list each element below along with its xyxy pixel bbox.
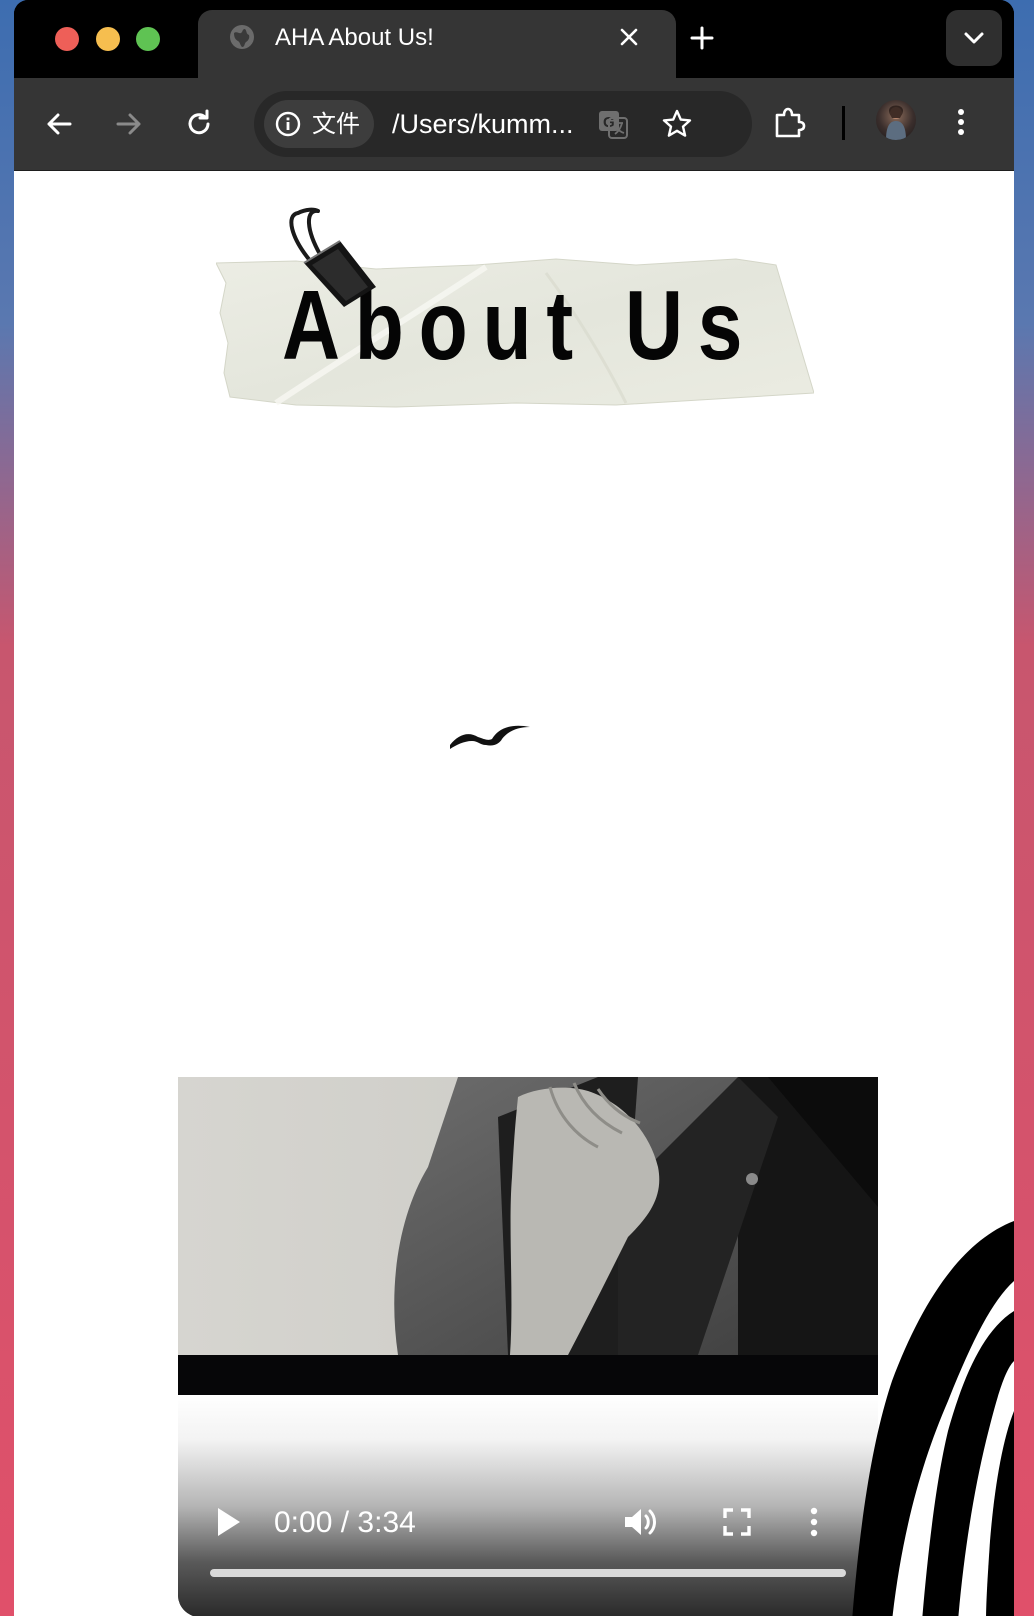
video-progress-bar[interactable]	[210, 1569, 846, 1577]
tab-active[interactable]: AHA About Us!	[198, 10, 676, 78]
video-time: 0:00 / 3:34	[274, 1505, 416, 1541]
swirl-decoration	[852, 1221, 1014, 1616]
arrow-right-icon[interactable]	[112, 107, 146, 141]
site-info-chip[interactable]: 文件	[264, 100, 374, 148]
maximize-window-button[interactable]	[136, 27, 160, 51]
globe-icon	[230, 25, 254, 49]
video-letterbox	[178, 1355, 878, 1395]
star-icon[interactable]	[660, 107, 694, 141]
tab-title: AHA About Us!	[275, 24, 434, 51]
current-time: 0:00	[274, 1506, 333, 1539]
more-vertical-icon[interactable]	[804, 1505, 824, 1539]
site-chip-label: 文件	[312, 110, 360, 138]
toolbar: 文件 /Users/kumm... G	[14, 78, 1014, 171]
puzzle-icon[interactable]	[772, 105, 806, 139]
time-separator: /	[340, 1506, 350, 1539]
reload-icon[interactable]	[182, 107, 216, 141]
browser-window: AHA About Us! 文件 /Users/kumm... G About …	[14, 0, 1014, 1616]
translate-icon[interactable]: G	[596, 107, 630, 141]
page-content: About Us 0:00 / 3:34	[14, 171, 1014, 1616]
avatar[interactable]	[876, 100, 916, 140]
fullscreen-icon[interactable]	[722, 1507, 752, 1537]
info-icon	[275, 111, 301, 137]
volume-icon[interactable]	[622, 1505, 658, 1539]
video-controls: 0:00 / 3:34	[178, 1395, 878, 1616]
close-window-button[interactable]	[55, 27, 79, 51]
video-player[interactable]: 0:00 / 3:34	[178, 1077, 878, 1616]
binder-clip-icon	[289, 207, 376, 307]
chevron-down-icon	[964, 32, 984, 44]
tab-search-button[interactable]	[946, 10, 1002, 66]
toolbar-divider	[842, 106, 845, 140]
minimize-window-button[interactable]	[96, 27, 120, 51]
kebab-menu-icon[interactable]	[944, 105, 978, 139]
tab-strip: AHA About Us!	[14, 0, 1014, 78]
close-icon[interactable]	[616, 24, 642, 50]
arrow-left-icon[interactable]	[42, 107, 76, 141]
url-text[interactable]: /Users/kumm...	[392, 108, 592, 140]
bird-icon	[450, 725, 530, 749]
video-frame	[178, 1077, 878, 1355]
play-icon[interactable]	[214, 1505, 244, 1539]
plus-icon[interactable]	[686, 22, 718, 54]
profile-figure-icon	[886, 105, 906, 140]
duration: 3:34	[357, 1506, 416, 1539]
address-bar[interactable]: 文件 /Users/kumm... G	[254, 91, 752, 157]
